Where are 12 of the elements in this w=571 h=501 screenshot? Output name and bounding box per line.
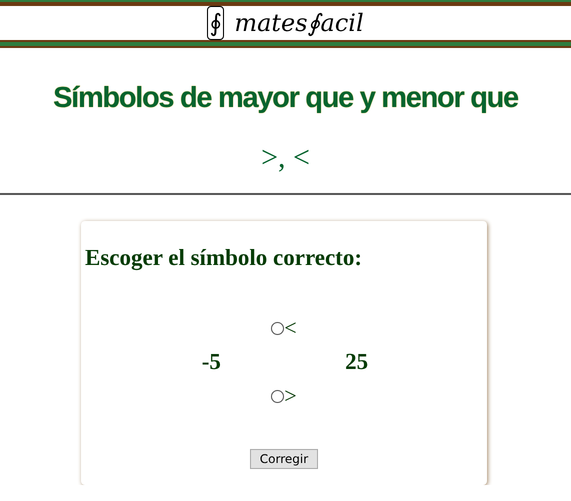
radio-option[interactable]: >	[271, 383, 297, 409]
left-number: -5	[202, 349, 221, 375]
right-number: 25	[345, 349, 368, 375]
radio-button[interactable]	[271, 390, 284, 402]
exercise-prompt: Escoger el símbolo correcto:	[85, 245, 363, 271]
radio-button[interactable]	[271, 322, 284, 334]
radio-option[interactable]: <	[271, 315, 297, 341]
check-button[interactable]: Corregir	[250, 449, 318, 469]
page-subtitle: >, <	[260, 141, 311, 175]
page-title: Símbolos de mayor que y menor que	[52, 82, 520, 115]
logo-icon: ∮	[207, 6, 224, 40]
logo-text: mates∮acil	[234, 9, 364, 37]
